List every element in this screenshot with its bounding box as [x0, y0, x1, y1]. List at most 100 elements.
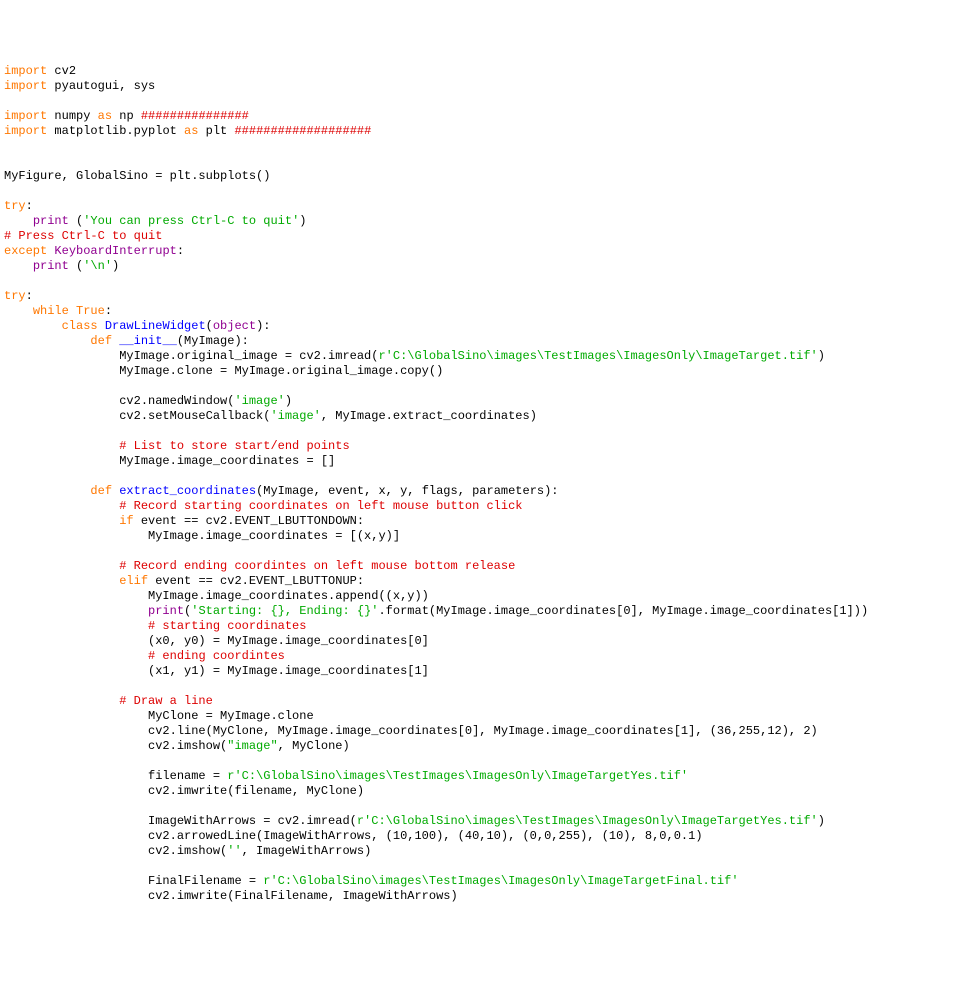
code-line: # Press Ctrl-C to quit	[4, 229, 952, 244]
code-token: MyFigure, GlobalSino = plt.subplots()	[4, 169, 270, 183]
code-token: MyImage.clone = MyImage.original_image.c…	[4, 364, 443, 378]
code-token: )	[285, 394, 292, 408]
code-token	[4, 319, 62, 333]
code-line	[4, 94, 952, 109]
code-token: (	[69, 214, 83, 228]
code-token: ###################	[234, 124, 371, 138]
code-token	[4, 259, 33, 273]
code-line: cv2.namedWindow('image')	[4, 394, 952, 409]
code-line: # Record starting coordinates on left mo…	[4, 499, 952, 514]
code-line: print('Starting: {}, Ending: {}'.format(…	[4, 604, 952, 619]
code-token: cv2.line(MyClone, MyImage.image_coordina…	[4, 724, 818, 738]
code-token: )	[299, 214, 306, 228]
code-line	[4, 799, 952, 814]
code-token: True	[76, 304, 105, 318]
code-line: cv2.imshow("image", MyClone)	[4, 739, 952, 754]
code-token: if	[119, 514, 133, 528]
code-token: cv2	[47, 64, 76, 78]
code-token	[4, 214, 33, 228]
code-line	[4, 274, 952, 289]
code-token: r'C:\GlobalSino\images\TestImages\Images…	[263, 874, 738, 888]
code-token: extract_coordinates	[119, 484, 256, 498]
code-line: filename = r'C:\GlobalSino\images\TestIm…	[4, 769, 952, 784]
code-token: '\n'	[83, 259, 112, 273]
code-token	[4, 439, 119, 453]
code-token	[4, 604, 148, 618]
code-token: (	[69, 259, 83, 273]
code-token: 'image'	[270, 409, 320, 423]
code-token: print	[33, 214, 69, 228]
code-token: # Record starting coordinates on left mo…	[119, 499, 522, 513]
code-token: ):	[256, 319, 270, 333]
code-token: , ImageWithArrows)	[242, 844, 372, 858]
code-token: FinalFilename =	[4, 874, 263, 888]
code-token	[4, 559, 119, 573]
code-token: elif	[119, 574, 148, 588]
code-line: cv2.imshow('', ImageWithArrows)	[4, 844, 952, 859]
code-token: r'C:\GlobalSino\images\TestImages\Images…	[227, 769, 688, 783]
code-token: MyImage.image_coordinates.append((x,y))	[4, 589, 429, 603]
code-line: cv2.setMouseCallback('image', MyImage.ex…	[4, 409, 952, 424]
code-line	[4, 379, 952, 394]
code-token: :	[177, 244, 184, 258]
code-token: cv2.imwrite(filename, MyClone)	[4, 784, 364, 798]
code-token: r'C:\GlobalSino\images\TestImages\Images…	[378, 349, 817, 363]
code-token: # Press Ctrl-C to quit	[4, 229, 162, 243]
code-line: MyImage.image_coordinates.append((x,y))	[4, 589, 952, 604]
code-line: MyFigure, GlobalSino = plt.subplots()	[4, 169, 952, 184]
code-token: :	[26, 199, 33, 213]
code-line: MyImage.image_coordinates = []	[4, 454, 952, 469]
code-token: 'image'	[234, 394, 284, 408]
code-line: print ('\n')	[4, 259, 952, 274]
code-line	[4, 154, 952, 169]
code-token: .format(MyImage.image_coordinates[0], My…	[378, 604, 868, 618]
code-line: (x1, y1) = MyImage.image_coordinates[1]	[4, 664, 952, 679]
code-token: KeyboardInterrupt	[54, 244, 176, 258]
code-token: matplotlib.pyplot	[47, 124, 184, 138]
code-line: # ending coordintes	[4, 649, 952, 664]
code-block: import cv2import pyautogui, sys import n…	[4, 64, 952, 904]
code-line	[4, 859, 952, 874]
code-line: FinalFilename = r'C:\GlobalSino\images\T…	[4, 874, 952, 889]
code-line	[4, 139, 952, 154]
code-token: object	[213, 319, 256, 333]
code-token	[4, 649, 148, 663]
code-token: (MyImage, event, x, y, flags, parameters…	[256, 484, 558, 498]
code-line: MyImage.original_image = cv2.imread(r'C:…	[4, 349, 952, 364]
code-token: import	[4, 64, 47, 78]
code-token: def	[90, 484, 112, 498]
code-token: cv2.imshow(	[4, 739, 227, 753]
code-token: ''	[227, 844, 241, 858]
code-line: MyImage.image_coordinates = [(x,y)]	[4, 529, 952, 544]
code-token	[4, 619, 148, 633]
code-token: numpy	[47, 109, 97, 123]
code-token: print	[148, 604, 184, 618]
code-token: 'You can press Ctrl-C to quit'	[83, 214, 299, 228]
code-token: )	[112, 259, 119, 273]
code-line: elif event == cv2.EVENT_LBUTTONUP:	[4, 574, 952, 589]
code-line: MyClone = MyImage.clone	[4, 709, 952, 724]
code-token: cv2.imshow(	[4, 844, 227, 858]
code-token: print	[33, 259, 69, 273]
code-line: except KeyboardInterrupt:	[4, 244, 952, 259]
code-line	[4, 544, 952, 559]
code-line	[4, 754, 952, 769]
code-line: ImageWithArrows = cv2.imread(r'C:\Global…	[4, 814, 952, 829]
code-token	[4, 484, 90, 498]
code-token: try	[4, 289, 26, 303]
code-line: if event == cv2.EVENT_LBUTTONDOWN:	[4, 514, 952, 529]
code-token: cv2.setMouseCallback(	[4, 409, 270, 423]
code-token: cv2.namedWindow(	[4, 394, 234, 408]
code-token: MyImage.image_coordinates = []	[4, 454, 335, 468]
code-token	[4, 514, 119, 528]
code-token: plt	[198, 124, 234, 138]
code-token: while	[33, 304, 69, 318]
code-token	[4, 334, 90, 348]
code-token: , MyClone)	[278, 739, 350, 753]
code-token: # List to store start/end points	[119, 439, 349, 453]
code-token: :	[26, 289, 33, 303]
code-token: np	[112, 109, 141, 123]
code-token: :	[105, 304, 112, 318]
code-token: try	[4, 199, 26, 213]
code-token	[4, 574, 119, 588]
